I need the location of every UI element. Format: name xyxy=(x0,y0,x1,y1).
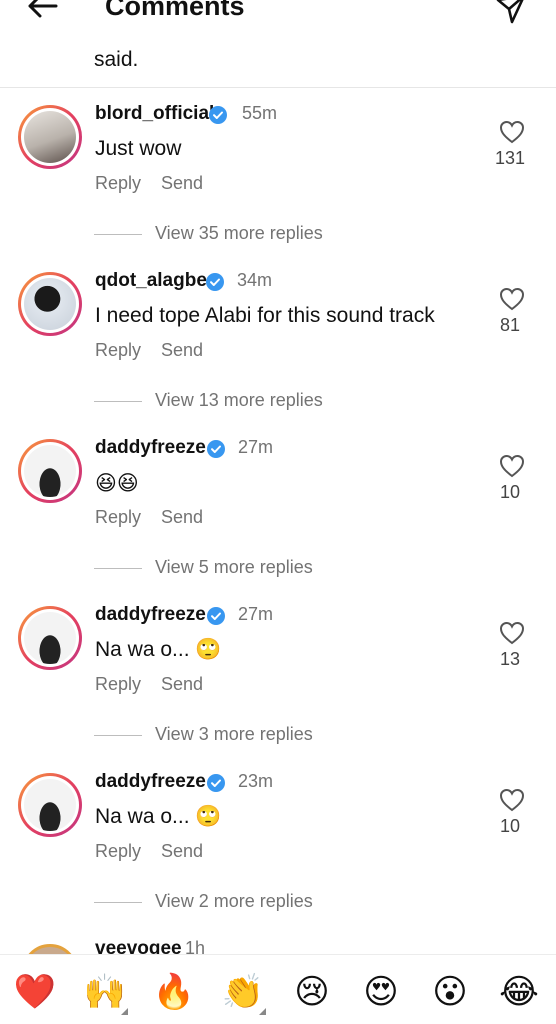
like-count: 10 xyxy=(499,482,521,502)
view-more-replies-label[interactable]: View 2 more replies xyxy=(155,891,313,912)
skin-tone-indicator-icon xyxy=(121,1008,128,1015)
heart-eyes-emoji-button[interactable]: 😍 xyxy=(356,967,406,1017)
comment-time: 23m xyxy=(238,771,274,791)
comment-item: daddyfreeze 27m 😆😆 Reply Send 10 View 5 m… xyxy=(0,437,556,606)
reply-button[interactable]: Reply xyxy=(95,674,141,694)
heart-outline-icon[interactable] xyxy=(499,788,525,812)
top-bar: Comments xyxy=(0,0,556,30)
thread-line xyxy=(94,234,142,235)
comment-time: 1h xyxy=(185,938,206,954)
red-heart-emoji-button[interactable]: ❤️ xyxy=(10,967,60,1017)
emoji-reaction-bar: ❤️ 🙌 🔥 👏 😢 😍 😮 😂 xyxy=(0,954,556,1024)
reply-button[interactable]: Reply xyxy=(95,340,141,360)
heart-outline-icon[interactable] xyxy=(499,621,525,645)
comment-text: Na wa o... 🙄 xyxy=(95,638,222,661)
thread-line xyxy=(94,902,142,903)
clapping-hands-emoji-button[interactable]: 👏 xyxy=(218,967,268,1017)
reply-button[interactable]: Reply xyxy=(95,507,141,527)
send-button[interactable]: Send xyxy=(161,173,203,193)
heart-outline-icon[interactable] xyxy=(499,120,525,144)
comment-time: 34m xyxy=(237,270,273,290)
like-count: 81 xyxy=(499,315,521,335)
comment-actions: Reply Send xyxy=(95,173,223,194)
comment-actions: Reply Send xyxy=(95,340,223,361)
comment-text: Just wow xyxy=(95,137,182,160)
comment-item: blord_official 55m Just wow Reply Send 13… xyxy=(0,103,556,272)
tears-of-joy-emoji-button[interactable]: 😂 xyxy=(494,967,544,1017)
avatar[interactable] xyxy=(22,944,78,954)
comment-item: qdot_alagbe 34m I need tope Alabi for th… xyxy=(0,270,556,439)
surprised-face-emoji-button[interactable]: 😮 xyxy=(425,967,475,1017)
like-count: 131 xyxy=(494,148,526,168)
comment-item-partial: veevogee 1h xyxy=(0,934,556,954)
comment-item: daddyfreeze 23m Na wa o... 🙄 Reply Send 1… xyxy=(0,771,556,940)
back-arrow-icon[interactable] xyxy=(22,0,62,28)
avatar[interactable] xyxy=(18,272,82,336)
thread-line xyxy=(94,735,142,736)
comment-time: 55m xyxy=(242,103,278,123)
like-count: 13 xyxy=(499,649,521,669)
send-button[interactable]: Send xyxy=(161,841,203,861)
username[interactable]: blord_official xyxy=(95,103,214,125)
username[interactable]: daddyfreeze xyxy=(95,437,206,459)
comment-time: 27m xyxy=(238,437,274,457)
comment-text: Na wa o... 🙄 xyxy=(95,805,222,828)
avatar[interactable] xyxy=(18,439,82,503)
reply-button[interactable]: Reply xyxy=(95,173,141,193)
username[interactable]: qdot_alagbe xyxy=(95,270,207,292)
verified-badge-icon xyxy=(207,440,225,458)
thread-line xyxy=(94,568,142,569)
skin-tone-indicator-icon xyxy=(259,1008,266,1015)
comment-actions: Reply Send xyxy=(95,507,223,528)
reply-button[interactable]: Reply xyxy=(95,841,141,861)
page-title: Comments xyxy=(105,0,245,21)
raising-hands-emoji-button[interactable]: 🙌 xyxy=(80,967,130,1017)
raising-hands-emoji: 🙌 xyxy=(83,972,127,1012)
verified-badge-icon xyxy=(209,106,227,124)
send-button[interactable]: Send xyxy=(161,340,203,360)
username[interactable]: daddyfreeze xyxy=(95,771,206,793)
send-icon[interactable] xyxy=(494,0,528,26)
username[interactable]: daddyfreeze xyxy=(95,604,206,626)
view-more-replies-label[interactable]: View 35 more replies xyxy=(155,223,323,244)
fire-emoji-button[interactable]: 🔥 xyxy=(149,967,199,1017)
verified-badge-icon xyxy=(207,774,225,792)
thread-line xyxy=(94,401,142,402)
comment-text: I need tope Alabi for this sound track xyxy=(95,304,435,327)
divider xyxy=(0,87,556,88)
view-more-replies-label[interactable]: View 3 more replies xyxy=(155,724,313,745)
verified-badge-icon xyxy=(206,273,224,291)
send-button[interactable]: Send xyxy=(161,674,203,694)
avatar[interactable] xyxy=(18,606,82,670)
clapping-hands-emoji: 👏 xyxy=(221,972,265,1012)
crying-face-emoji-button[interactable]: 😢 xyxy=(287,967,337,1017)
avatar[interactable] xyxy=(18,773,82,837)
verified-badge-icon xyxy=(207,607,225,625)
heart-outline-icon[interactable] xyxy=(499,287,525,311)
previous-comment-tail: said. xyxy=(94,48,139,71)
heart-outline-icon[interactable] xyxy=(499,454,525,478)
view-more-replies-label[interactable]: View 5 more replies xyxy=(155,557,313,578)
comment-text: 😆😆 xyxy=(95,472,139,495)
username[interactable]: veevogee xyxy=(95,938,182,954)
send-button[interactable]: Send xyxy=(161,507,203,527)
avatar[interactable] xyxy=(18,105,82,169)
comment-time: 27m xyxy=(238,604,274,624)
view-more-replies-label[interactable]: View 13 more replies xyxy=(155,390,323,411)
comment-item: daddyfreeze 27m Na wa o... 🙄 Reply Send 1… xyxy=(0,604,556,773)
comment-actions: Reply Send xyxy=(95,841,223,862)
like-count: 10 xyxy=(499,816,521,836)
comment-actions: Reply Send xyxy=(95,674,223,695)
